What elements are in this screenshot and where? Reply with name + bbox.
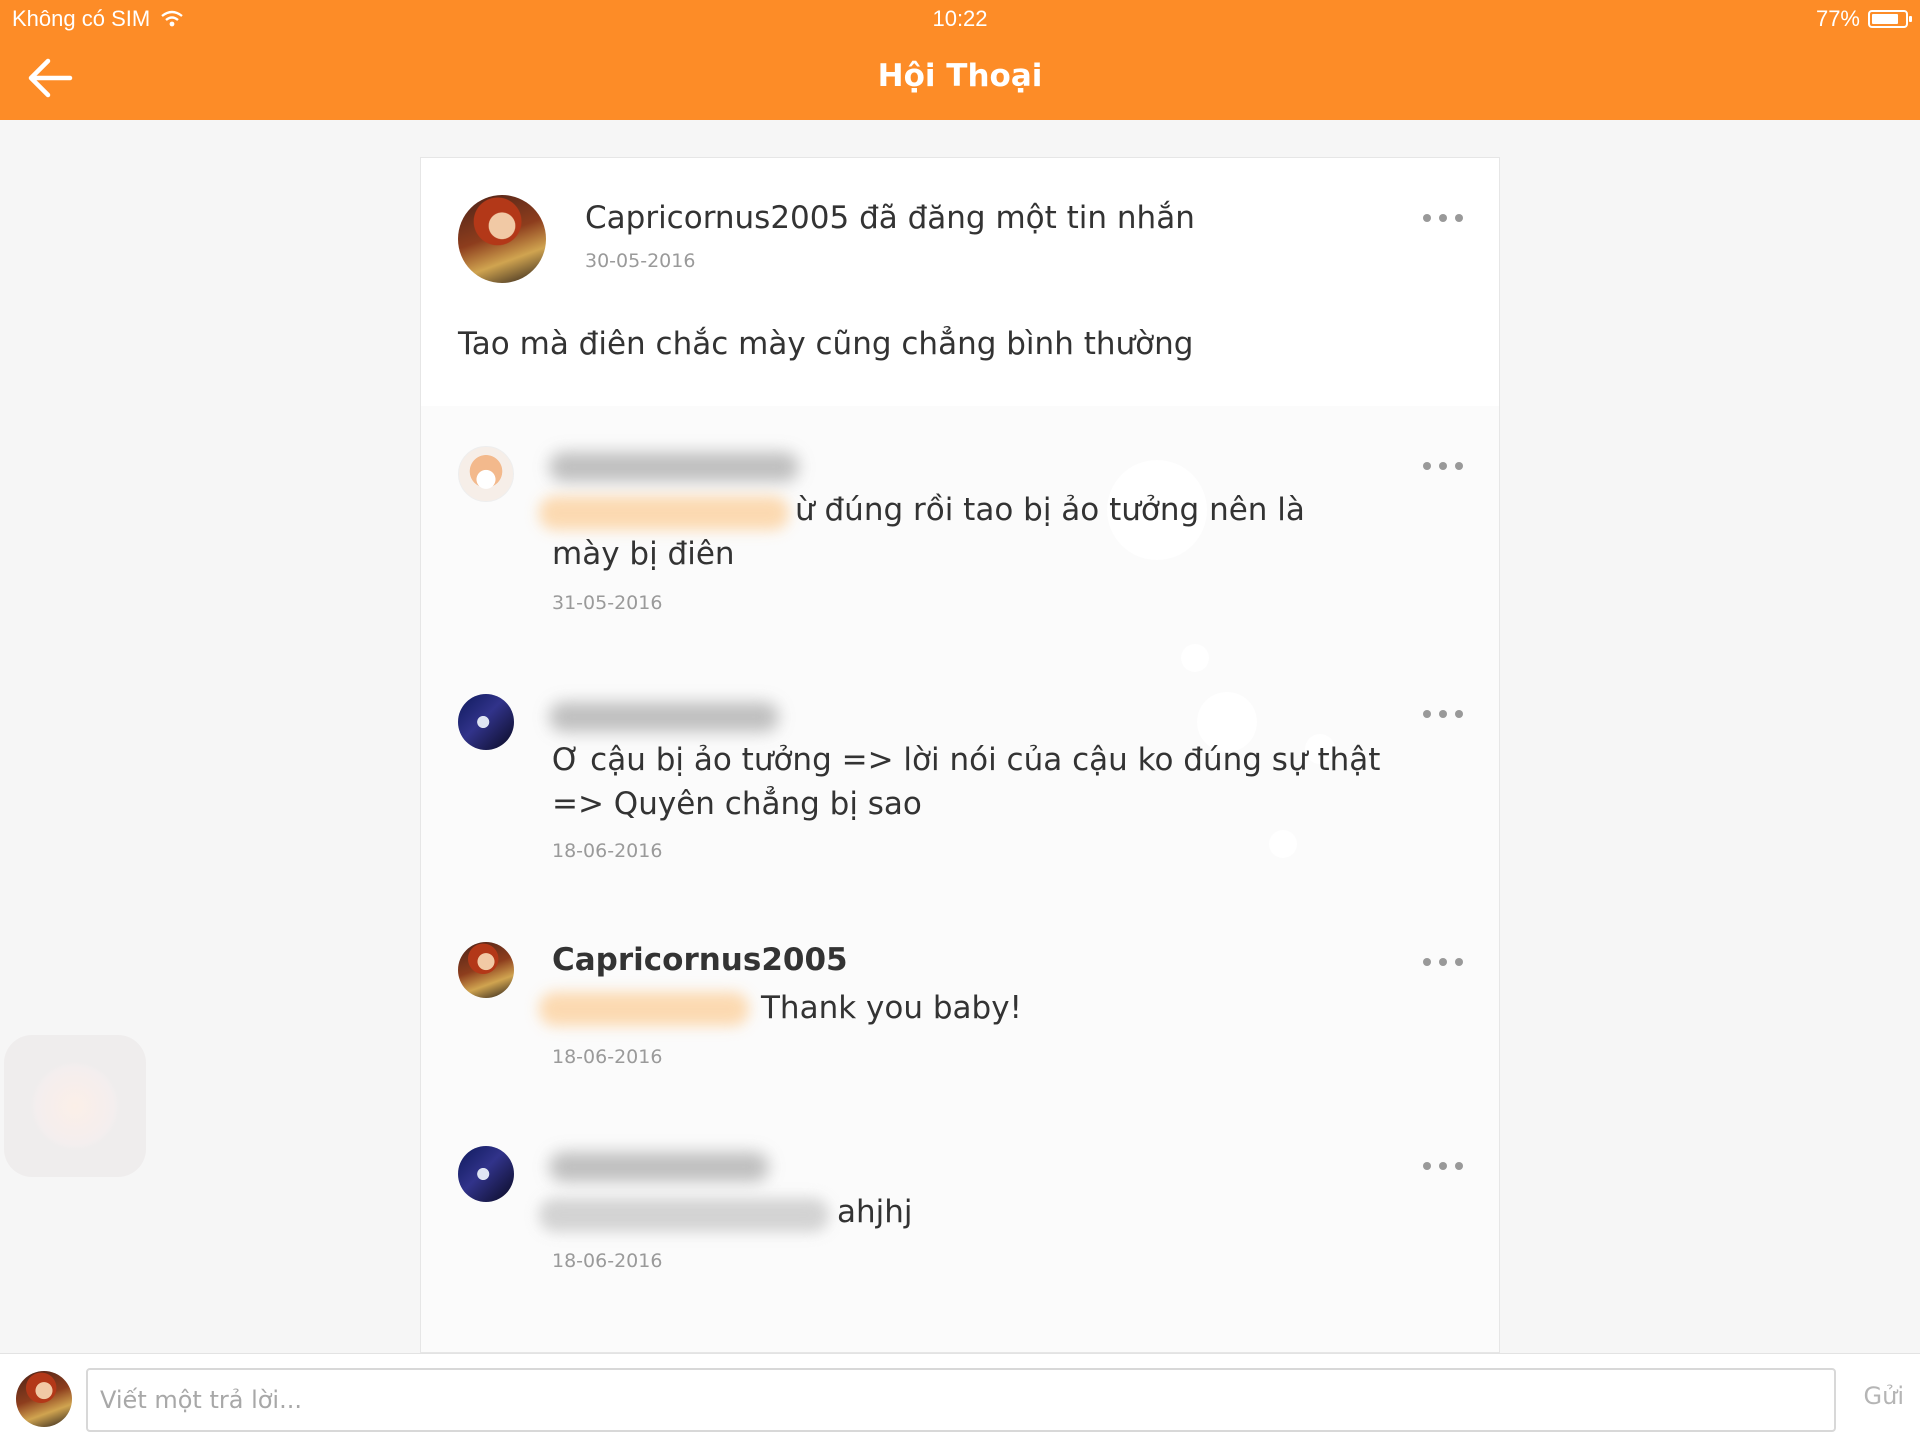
redacted-name (549, 1152, 769, 1182)
comment-text: mày bị điên (552, 536, 735, 572)
decorative-bubble (1181, 644, 1209, 672)
conversation-card: Capricornus2005 đã đăng một tin nhắn 30-… (420, 157, 1500, 1353)
reply-bar: Gửi (0, 1353, 1920, 1440)
decorative-bubble (1269, 830, 1297, 858)
post-date: 30-05-2016 (585, 250, 696, 272)
more-options-icon[interactable] (1423, 952, 1463, 972)
avatar[interactable] (458, 694, 514, 750)
post-title: Capricornus2005 đã đăng một tin nhắn (585, 200, 1195, 236)
battery-percent: 77% (1815, 6, 1860, 31)
avatar[interactable] (458, 446, 514, 502)
top-bar: Không có SIM 10:22 77% Hội Thoại (0, 0, 1920, 120)
comment-text: => Quyên chẳng bị sao (552, 786, 922, 822)
redacted-mention (539, 1198, 829, 1232)
redacted-mention (539, 992, 749, 1026)
comment-author: Capricornus2005 (552, 942, 848, 978)
comment-date: 18-06-2016 (552, 1250, 663, 1272)
comment-text: Ơ cậu bị ảo tưởng => lời nói của cậu ko … (552, 742, 1381, 778)
send-button[interactable]: Gửi (1864, 1382, 1904, 1410)
avatar (16, 1371, 72, 1427)
redacted-mention (539, 496, 789, 530)
comment-date: 18-06-2016 (552, 1046, 663, 1068)
redacted-name (549, 702, 779, 732)
comment-date: 31-05-2016 (552, 592, 663, 614)
status-time: 10:22 (932, 6, 988, 31)
assistive-touch-button[interactable] (4, 1035, 146, 1177)
more-options-icon[interactable] (1423, 456, 1463, 476)
comment-date: 18-06-2016 (552, 840, 663, 862)
page-title: Hội Thoại (877, 58, 1043, 94)
status-battery: 77% (1815, 6, 1912, 32)
more-options-icon[interactable] (1423, 704, 1463, 724)
comment-text: ahjhj (837, 1194, 913, 1230)
avatar[interactable] (458, 942, 514, 998)
battery-icon (1868, 10, 1912, 28)
reply-input[interactable] (86, 1368, 1836, 1432)
redacted-name (549, 452, 799, 482)
more-options-icon[interactable] (1423, 1156, 1463, 1176)
post-body: Tao mà điên chắc mày cũng chẳng bình thư… (458, 326, 1194, 362)
original-post: Capricornus2005 đã đăng một tin nhắn 30-… (421, 158, 1499, 406)
comment-text: ừ đúng rồi tao bị ảo tưởng nên là (795, 492, 1305, 528)
avatar[interactable] (458, 195, 546, 283)
more-options-icon[interactable] (1423, 208, 1463, 228)
comment-text: Thank you baby! (761, 990, 1022, 1026)
avatar[interactable] (458, 1146, 514, 1202)
